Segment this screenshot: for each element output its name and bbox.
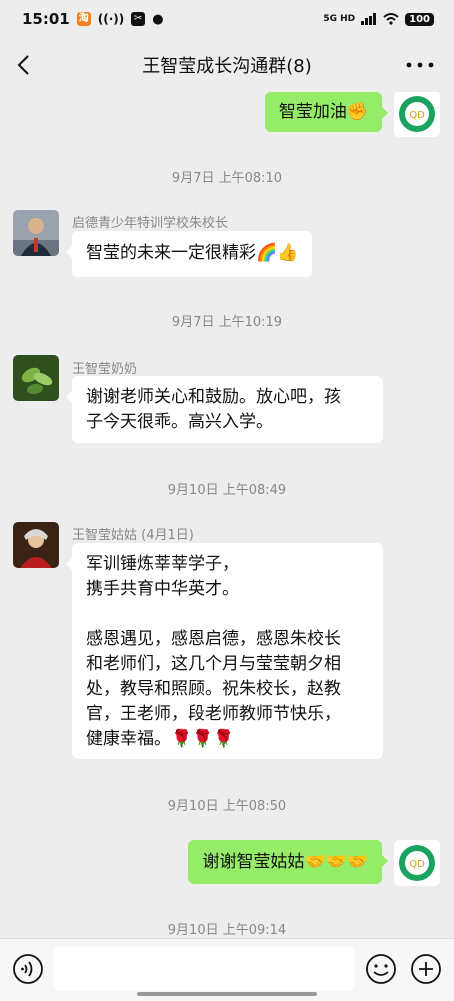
timestamp: 9月10日 上午09:14 — [167, 923, 287, 938]
hotspot-icon: ((·)) — [97, 12, 125, 26]
voice-button[interactable] — [12, 953, 44, 985]
sender-name: 启德青少年特训学校朱校长 — [72, 216, 229, 231]
logo-text: QD — [409, 859, 425, 870]
message-bubble-outgoing[interactable]: 谢谢智莹姑姑🤝🤝🤝 — [188, 840, 388, 884]
my-avatar[interactable]: QD — [394, 92, 440, 137]
chevron-left-icon — [17, 55, 29, 75]
message-bubble[interactable]: 谢谢老师关心和鼓励。放心吧，孩 子今天很乖。高兴入学。 — [66, 376, 383, 443]
home-indicator[interactable] — [137, 992, 317, 996]
timestamp: 9月7日 上午08:10 — [171, 171, 283, 186]
emoji-button[interactable] — [365, 953, 397, 985]
person-avatar-icon — [13, 210, 59, 256]
battery-indicator: 100 — [405, 12, 434, 26]
avatar-aunt[interactable] — [13, 522, 59, 568]
network-type: 5G HD — [323, 14, 356, 24]
avatar-principal[interactable] — [13, 210, 59, 256]
status-bar: 15:01 淘 ((·)) ✂ ● 5G HD 100 — [0, 0, 454, 38]
status-time: 15:01 — [22, 10, 70, 28]
more-button[interactable] — [400, 48, 440, 82]
message-notification-icon: ● — [152, 11, 164, 27]
wifi-icon — [383, 13, 399, 25]
message-bubble[interactable]: 军训锤炼莘莘学子， 携手共育中华英才。 感恩遇见，感恩启德，感恩朱校长 和老师们… — [66, 543, 383, 759]
avatar-grandmother[interactable] — [13, 355, 59, 401]
sender-name: 王智莹姑姑 (4月1日) — [72, 528, 194, 543]
timestamp: 9月7日 上午10:19 — [171, 315, 283, 330]
chat-header: 王智莹成长沟通群(8) — [0, 38, 454, 92]
timestamp: 9月10日 上午08:49 — [167, 483, 287, 498]
more-actions-button[interactable] — [410, 953, 442, 985]
portrait-avatar-icon — [13, 522, 59, 568]
plus-icon — [411, 954, 441, 984]
emoji-icon — [366, 954, 396, 984]
logo-text: QD — [409, 110, 425, 121]
chat-title: 王智莹成长沟通群(8) — [142, 56, 312, 77]
back-button[interactable] — [10, 48, 40, 82]
message-bubble-outgoing[interactable]: 智莹加油✊ — [264, 92, 389, 132]
app-notification-icon: 淘 — [76, 12, 91, 26]
school-logo-icon: QD — [394, 840, 440, 886]
my-avatar[interactable]: QD — [394, 840, 440, 886]
more-dots-icon — [406, 62, 434, 68]
leaf-avatar-icon — [13, 355, 59, 401]
voice-icon — [13, 954, 43, 984]
capcut-icon: ✂ — [131, 12, 146, 26]
message-bubble[interactable]: 智莹的未来一定很精彩🌈👍 — [65, 231, 313, 277]
message-input[interactable] — [54, 947, 354, 991]
school-logo-icon: QD — [394, 92, 440, 137]
sender-name: 王智莹奶奶 — [72, 362, 138, 377]
message-list[interactable]: 智莹加油✊ QD 9月7日 上午08:10 启德青少年特训学校朱校长 智莹的未来… — [0, 92, 454, 938]
timestamp: 9月10日 上午08:50 — [167, 799, 287, 814]
signal-icon — [361, 13, 377, 25]
